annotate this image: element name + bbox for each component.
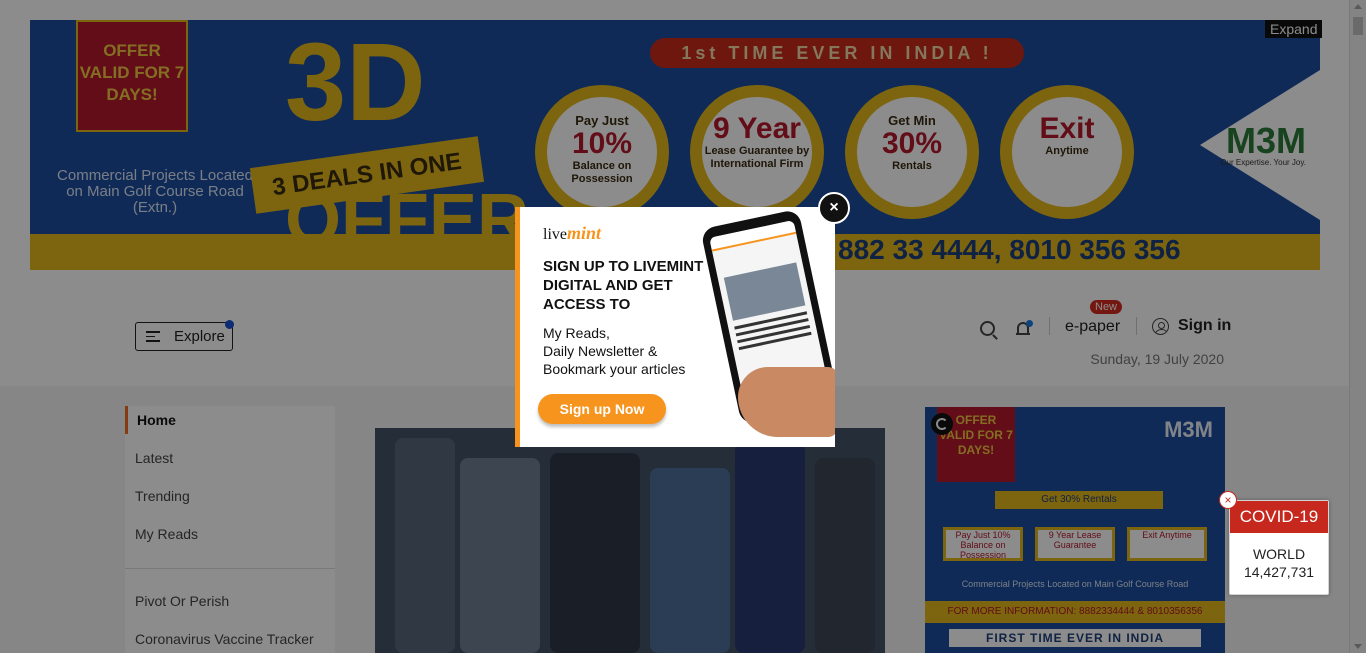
livemint-logo: livemint bbox=[543, 223, 601, 244]
logo-suffix: mint bbox=[567, 223, 602, 243]
signup-modal: livemint SIGN UP TO LIVEMINT DIGITAL AND… bbox=[515, 207, 835, 447]
covid-title: COVID-19 bbox=[1230, 501, 1328, 533]
modal-benefits: My Reads, Daily Newsletter & Bookmark yo… bbox=[543, 324, 723, 378]
covid-widget[interactable]: COVID-19 WORLD 14,427,731 bbox=[1229, 500, 1329, 595]
benefit-item: Bookmark your articles bbox=[543, 361, 686, 377]
covid-close-button[interactable]: × bbox=[1219, 491, 1237, 509]
covid-world-label: WORLD bbox=[1252, 546, 1306, 562]
benefit-item: Daily Newsletter & bbox=[543, 343, 658, 359]
benefit-item: My Reads, bbox=[543, 325, 610, 341]
modal-headline: SIGN UP TO LIVEMINT DIGITAL AND GET ACCE… bbox=[543, 258, 704, 313]
logo-prefix: live bbox=[543, 226, 567, 243]
covid-world-count: 14,427,731 bbox=[1243, 564, 1315, 580]
modal-close-button[interactable]: × bbox=[818, 192, 850, 224]
signup-now-button[interactable]: Sign up Now bbox=[538, 394, 666, 424]
hand-illustration bbox=[738, 367, 835, 437]
